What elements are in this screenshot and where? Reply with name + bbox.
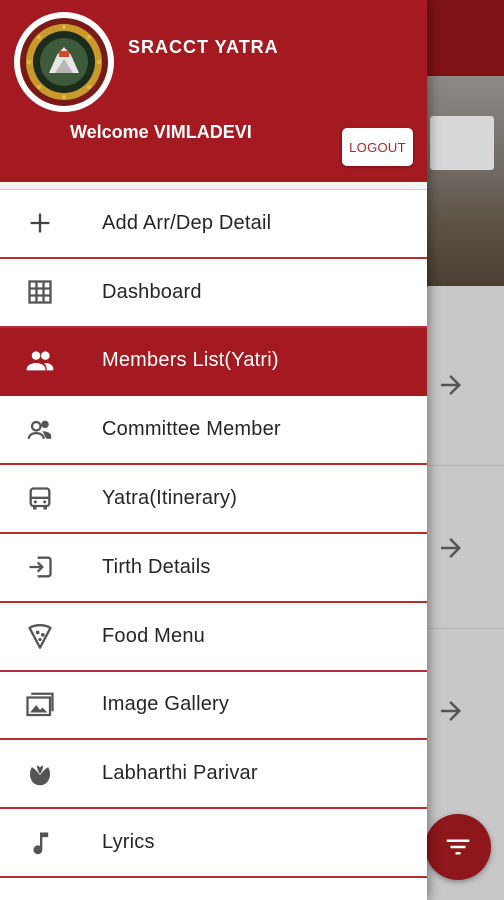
menu-item-members-list[interactable]: Members List(Yatri): [0, 327, 427, 397]
lotus-icon: [24, 758, 56, 790]
menu-item-labharthi-parivar[interactable]: Labharthi Parivar: [0, 740, 427, 810]
menu-item-dashboard[interactable]: Dashboard: [0, 258, 427, 328]
gallery-icon: [24, 689, 56, 721]
menu-item-committee-member[interactable]: Committee Member: [0, 396, 427, 466]
menu-item-lyrics[interactable]: Lyrics: [0, 809, 427, 878]
grid-icon: [24, 276, 56, 308]
menu-item-image-gallery[interactable]: Image Gallery: [0, 671, 427, 741]
arrow-right-icon[interactable]: [436, 533, 466, 563]
menu-item-label: Members List(Yatri): [102, 349, 279, 372]
drawer-header: SRACCT YATRA Welcome VIMLADEVI LOGOUT: [0, 0, 427, 182]
filter-fab-button[interactable]: [425, 814, 491, 880]
pizza-icon: [24, 620, 56, 652]
drawer-menu: Add Arr/Dep Detail Dashboard Members Lis…: [0, 190, 427, 878]
menu-item-label: Yatra(Itinerary): [102, 487, 238, 510]
background-hero-card: [430, 116, 494, 170]
menu-item-label: Add Arr/Dep Detail: [102, 211, 272, 234]
app-title: SRACCT YATRA: [128, 37, 279, 57]
menu-item-label: Tirth Details: [102, 555, 211, 578]
header-divider: [0, 182, 427, 190]
app-logo: [14, 12, 114, 112]
enter-icon: [24, 551, 56, 583]
menu-item-label: Lyrics: [102, 831, 155, 854]
menu-item-tirth-details[interactable]: Tirth Details: [0, 533, 427, 603]
menu-item-label: Committee Member: [102, 418, 281, 441]
filter-icon: [446, 839, 470, 855]
background-divider: [428, 465, 504, 466]
background-divider: [428, 628, 504, 629]
arrow-right-icon[interactable]: [436, 370, 466, 400]
welcome-text: Welcome VIMLADEVI: [70, 122, 252, 142]
people-icon: [24, 345, 56, 377]
navigation-drawer: SRACCT YATRA Welcome VIMLADEVI LOGOUT Ad…: [0, 0, 427, 900]
group-icon: [24, 414, 56, 446]
plus-icon: [24, 207, 56, 239]
menu-item-label: Food Menu: [102, 624, 205, 647]
menu-item-add-arr-dep[interactable]: Add Arr/Dep Detail: [0, 190, 427, 259]
menu-item-label: Labharthi Parivar: [102, 762, 258, 785]
menu-item-label: Image Gallery: [102, 693, 230, 716]
music-note-icon: [24, 827, 56, 859]
menu-item-yatra-itinerary[interactable]: Yatra(Itinerary): [0, 465, 427, 534]
arrow-right-icon[interactable]: [436, 696, 466, 726]
logout-button[interactable]: LOGOUT: [342, 128, 413, 166]
menu-item-food-menu[interactable]: Food Menu: [0, 602, 427, 672]
bus-icon: [24, 483, 56, 515]
menu-item-label: Dashboard: [102, 280, 202, 303]
